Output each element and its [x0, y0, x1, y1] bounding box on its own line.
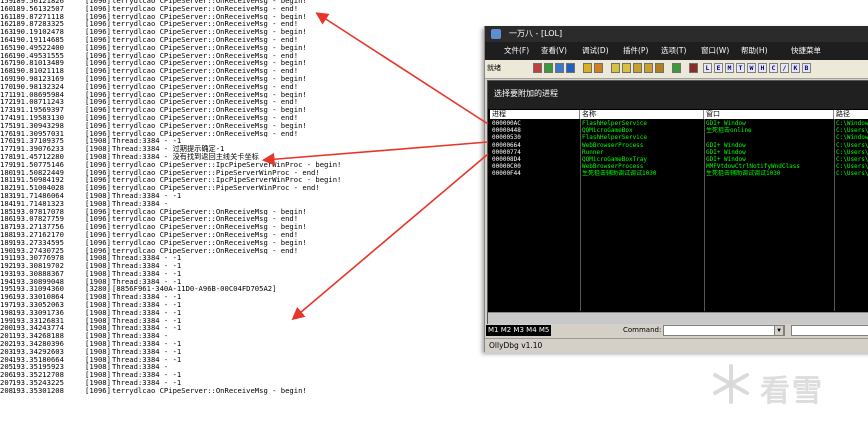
watermark-text: 看雪	[760, 374, 824, 409]
arrow-to-guid-log	[291, 153, 489, 321]
snowflake-icon	[713, 364, 749, 404]
arrow-to-thread-log	[261, 141, 489, 166]
arrow-to-receive-msg	[315, 12, 489, 125]
kanxue-watermark: 看雪	[708, 362, 838, 409]
